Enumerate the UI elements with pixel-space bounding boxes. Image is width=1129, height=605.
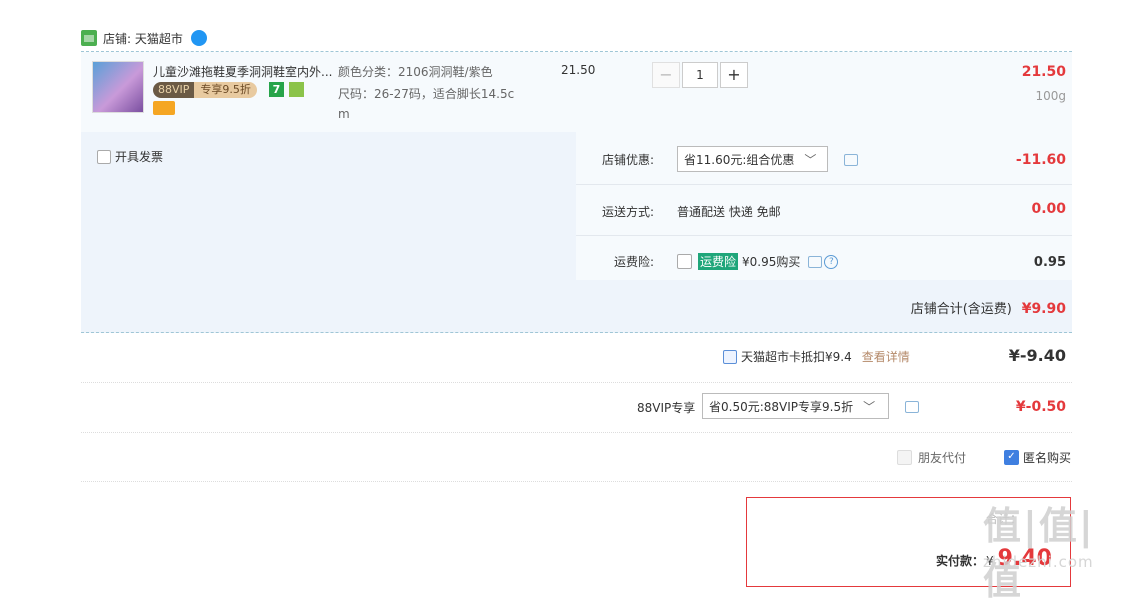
comment-icon[interactable]	[905, 401, 919, 413]
comment-icon[interactable]	[844, 154, 858, 166]
tmall-card-row: 天猫超市卡抵扣¥9.4 查看详情	[723, 348, 910, 365]
divider	[576, 184, 1072, 185]
tmall-card-amount: ¥-9.40	[1008, 346, 1066, 365]
insurance-checkbox[interactable]	[677, 254, 692, 269]
vip88-amount: ¥-0.50	[1015, 399, 1066, 415]
vip88-selected: 省0.50元:88VIP专享9.5折	[709, 399, 854, 414]
watermark-url: zhidezhi.com	[983, 553, 1094, 571]
invoice-option[interactable]: 开具发票	[97, 148, 163, 165]
divider	[81, 481, 1072, 482]
item-total: 21.50	[1021, 64, 1066, 80]
guarantee-icon	[289, 82, 304, 97]
invoice-label: 开具发票	[115, 150, 164, 164]
shop-name[interactable]: 店铺: 天猫超市	[103, 30, 183, 47]
shop-discount-select[interactable]: 省11.60元:组合优惠 ﹀	[677, 146, 828, 172]
insurance-amount: 0.95	[1033, 255, 1066, 270]
tmall-shop-icon	[81, 30, 97, 46]
anonymous-label: 匿名购买	[1023, 451, 1072, 465]
shipping-label: 运送方式:	[602, 205, 655, 219]
friend-pay-checkbox[interactable]	[897, 450, 912, 465]
anonymous-option[interactable]: ✓ 匿名购买	[1004, 449, 1071, 466]
divider	[576, 235, 1072, 236]
shop-header: 店铺: 天猫超市	[81, 27, 207, 49]
divider	[81, 382, 1072, 383]
vip88-select[interactable]: 省0.50元:88VIP专享9.5折 ﹀	[702, 393, 889, 419]
friend-pay-label: 朋友代付	[918, 451, 967, 465]
insurance-label: 运费险:	[614, 255, 655, 269]
insurance-tag: 运费险	[698, 253, 739, 270]
shop-discount-selected: 省11.60元:组合优惠	[684, 152, 795, 167]
quantity-stepper: − 1 +	[652, 62, 748, 88]
shipping-amount: 0.00	[1031, 201, 1066, 217]
invoice-checkbox[interactable]	[97, 149, 111, 164]
seven-day-return-icon: 7	[269, 82, 284, 97]
unit-price: 21.50	[561, 63, 596, 77]
sku-size: 尺码：26-27码，适合脚长14.5cm	[338, 87, 515, 121]
shop-total-amount: ¥9.90	[1021, 301, 1066, 317]
chevron-down-icon: ﹀	[863, 399, 876, 414]
quantity-input[interactable]: 1	[682, 62, 718, 88]
item-weight: 100g	[1035, 89, 1066, 103]
vip-badge-discount: 专享9.5折	[194, 82, 257, 98]
vip-badge-label: 88VIP	[153, 82, 195, 98]
pay-label: 实付款：	[936, 554, 985, 568]
shipping-method: 普通配送 快递 免邮	[677, 205, 781, 219]
comment-icon[interactable]	[808, 255, 823, 268]
shop-total-label: 店铺合计(含运费)	[910, 302, 1012, 317]
tmall-card-details-link[interactable]: 查看详情	[862, 348, 910, 365]
shop-discount-label: 店铺优惠:	[602, 153, 655, 167]
chevron-down-icon: ﹀	[804, 152, 817, 167]
anonymous-checkbox[interactable]: ✓	[1004, 450, 1019, 465]
help-icon[interactable]: ?	[824, 254, 839, 269]
watermark-logo: 值|值|值	[983, 504, 1095, 603]
shop-discount-amount: -11.60	[1015, 152, 1066, 168]
insurance-option[interactable]: 运费险 ¥0.95购买 ?	[677, 253, 839, 270]
divider	[81, 432, 1072, 433]
tmall-card-checkbox[interactable]	[723, 349, 737, 364]
vip88-label: 88VIP专享	[637, 401, 696, 415]
chat-wangwang-icon[interactable]	[190, 30, 207, 46]
quantity-increase-button[interactable]: +	[720, 62, 748, 88]
quantity-decrease-button[interactable]: −	[652, 62, 680, 88]
tmall-card-label: 天猫超市卡抵扣¥9.4	[741, 350, 852, 364]
friend-pay-option[interactable]: 朋友代付	[897, 449, 966, 466]
shop-total: 店铺合计(含运费) ¥9.90	[911, 298, 1066, 317]
product-title[interactable]: 儿童沙滩拖鞋夏季洞洞鞋室内外...	[153, 63, 333, 80]
vip-discount-badge: 88VIP 专享9.5折	[153, 82, 257, 98]
product-thumbnail[interactable]	[92, 61, 144, 113]
insurance-price: ¥0.95购买	[742, 255, 801, 269]
credit-card-icon	[153, 101, 175, 115]
sku-color: 颜色分类：2106洞洞鞋/紫色	[338, 65, 493, 79]
